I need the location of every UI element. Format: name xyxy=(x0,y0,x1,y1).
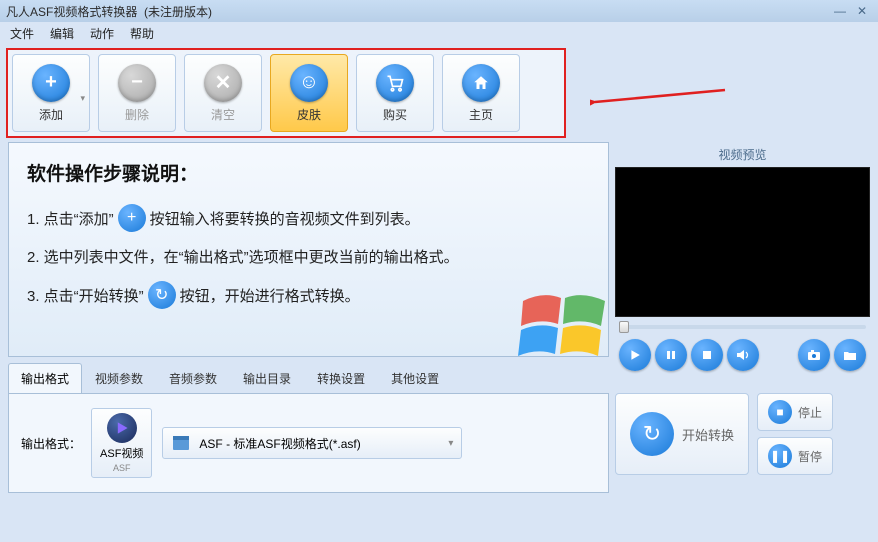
play-button[interactable] xyxy=(619,339,651,371)
chevron-down-icon: ▾ xyxy=(448,438,453,449)
add-button[interactable]: + 添加 xyxy=(12,54,90,132)
volume-button[interactable] xyxy=(727,339,759,371)
tab-output-format[interactable]: 输出格式 xyxy=(8,363,82,393)
preview-title: 视频预览 xyxy=(615,142,870,167)
tabs: 输出格式 视频参数 音频参数 输出目录 转换设置 其他设置 xyxy=(8,363,609,394)
home-icon xyxy=(462,64,500,102)
tab-audio-params[interactable]: 音频参数 xyxy=(156,363,230,393)
titlebar: 凡人ASF视频格式转换器 (未注册版本) — ✕ xyxy=(0,0,878,22)
tab-output-dir[interactable]: 输出目录 xyxy=(230,363,304,393)
guide-step-1: 1. 点击“添加” + 按钮输入将要转换的音视频文件到列表。 xyxy=(27,204,590,232)
format-label: 输出格式： xyxy=(21,435,81,452)
snapshot-button[interactable] xyxy=(798,339,830,371)
menu-action[interactable]: 动作 xyxy=(90,25,114,42)
guide-step-2: 2. 选中列表中文件，在“输出格式”选项框中更改当前的输出格式。 xyxy=(27,246,590,267)
minus-icon: − xyxy=(118,64,156,102)
delete-button[interactable]: − 删除 xyxy=(98,54,176,132)
output-format-panel: 输出格式： ASF视频 ASF ASF - 标准ASF视频格式(*.asf) ▾ xyxy=(8,394,609,493)
start-convert-button[interactable]: ↻ 开始转换 xyxy=(615,393,749,475)
pause-icon: ❚❚ xyxy=(768,444,792,468)
refresh-icon: ↻ xyxy=(148,281,176,309)
tab-convert-settings[interactable]: 转换设置 xyxy=(304,363,378,393)
folder-button[interactable] xyxy=(834,339,866,371)
media-controls xyxy=(615,337,870,373)
format-select[interactable]: ASF - 标准ASF视频格式(*.asf) ▾ xyxy=(162,427,462,459)
pause-button[interactable] xyxy=(655,339,687,371)
box-icon xyxy=(171,434,191,452)
guide-title: 软件操作步骤说明： xyxy=(27,159,590,186)
stop-convert-button[interactable]: ■ 停止 xyxy=(757,393,833,431)
stop-button[interactable] xyxy=(691,339,723,371)
menu-edit[interactable]: 编辑 xyxy=(50,25,74,42)
cart-icon xyxy=(376,64,414,102)
menu-help[interactable]: 帮助 xyxy=(130,25,154,42)
guide-panel: 软件操作步骤说明： 1. 点击“添加” + 按钮输入将要转换的音视频文件到列表。… xyxy=(8,142,609,357)
clear-button[interactable]: ✕ 清空 xyxy=(184,54,262,132)
windows-logo xyxy=(508,276,609,357)
format-preset-button[interactable]: ASF视频 ASF xyxy=(91,408,152,478)
smile-icon: ☺ xyxy=(290,64,328,102)
window-title: 凡人ASF视频格式转换器 (未注册版本) xyxy=(6,3,830,20)
pause-convert-button[interactable]: ❚❚ 暂停 xyxy=(757,437,833,475)
seek-slider[interactable] xyxy=(615,317,870,337)
toolbar: + 添加 − 删除 ✕ 清空 ☺ 皮肤 购买 主页 xyxy=(6,48,566,138)
play-icon xyxy=(107,413,137,443)
home-button[interactable]: 主页 xyxy=(442,54,520,132)
skin-button[interactable]: ☺ 皮肤 xyxy=(270,54,348,132)
close-button[interactable]: ✕ xyxy=(852,4,872,18)
menubar: 文件 编辑 动作 帮助 xyxy=(0,22,878,44)
guide-step-3: 3. 点击“开始转换” ↻ 按钮，开始进行格式转换。 xyxy=(27,281,590,309)
plus-icon: + xyxy=(118,204,146,232)
minimize-button[interactable]: — xyxy=(830,4,850,18)
annotation-arrow xyxy=(590,80,730,110)
x-icon: ✕ xyxy=(204,64,242,102)
video-preview xyxy=(615,167,870,317)
tab-other-settings[interactable]: 其他设置 xyxy=(378,363,452,393)
buy-button[interactable]: 购买 xyxy=(356,54,434,132)
menu-file[interactable]: 文件 xyxy=(10,25,34,42)
refresh-icon: ↻ xyxy=(630,412,674,456)
plus-icon: + xyxy=(32,64,70,102)
stop-icon: ■ xyxy=(768,400,792,424)
tab-video-params[interactable]: 视频参数 xyxy=(82,363,156,393)
